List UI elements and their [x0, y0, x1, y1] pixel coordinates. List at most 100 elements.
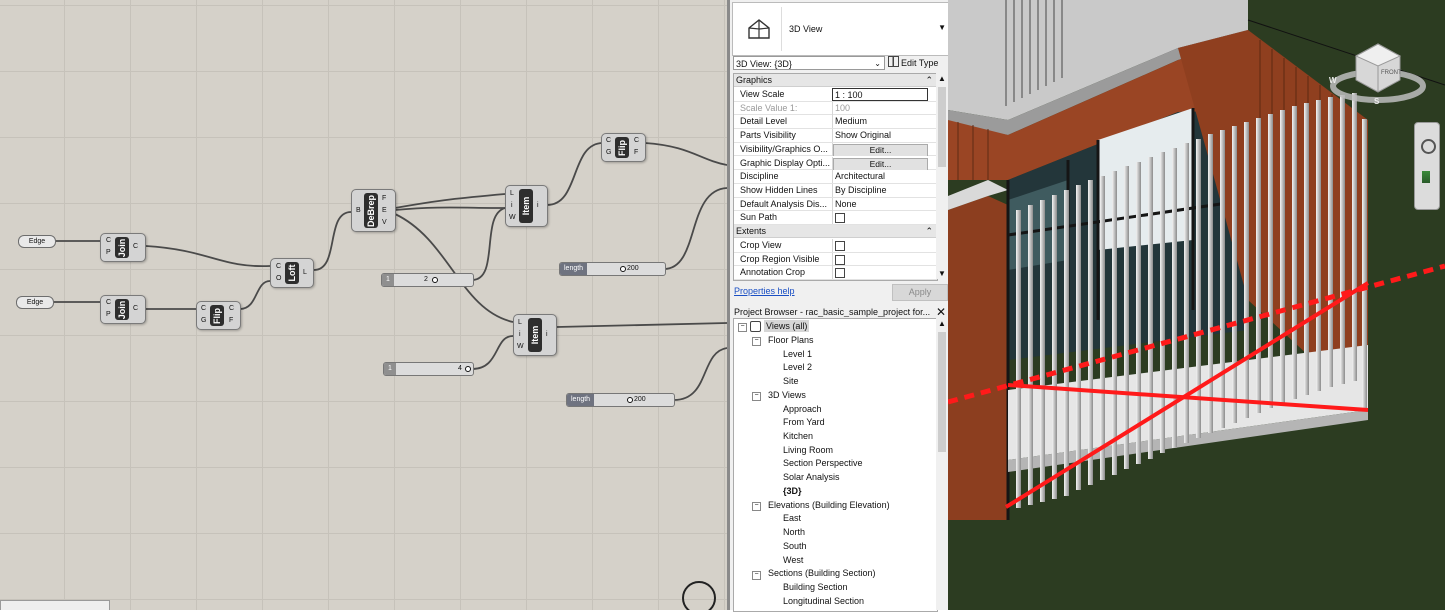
- prop-row-annotation-crop[interactable]: Annotation Crop: [734, 266, 937, 280]
- scroll-up-icon[interactable]: ▲: [938, 319, 946, 328]
- prop-value[interactable]: None: [832, 197, 928, 211]
- tree-leaf[interactable]: Building Section: [783, 581, 848, 593]
- join-component-2[interactable]: C P Join C: [100, 295, 146, 324]
- loft-component[interactable]: C O Loft L: [270, 258, 314, 288]
- input-pin[interactable]: C: [276, 262, 281, 271]
- output-pin[interactable]: F: [634, 148, 638, 157]
- length-slider-2[interactable]: length 200: [566, 393, 675, 407]
- output-pin[interactable]: i: [537, 201, 539, 210]
- input-pin[interactable]: C: [606, 136, 611, 145]
- debrep-component[interactable]: B DeBrep F E V: [351, 189, 396, 232]
- prop-row-discipline[interactable]: Discipline Architectural: [734, 170, 937, 184]
- tree-leaf-active[interactable]: {3D}: [783, 485, 802, 497]
- output-pin[interactable]: F: [382, 194, 386, 203]
- tree-leaf[interactable]: South: [783, 540, 807, 552]
- slider-knob[interactable]: [465, 366, 471, 372]
- scrollbar-thumb[interactable]: [938, 332, 946, 452]
- prop-value[interactable]: By Discipline: [832, 183, 928, 197]
- view-scale-input[interactable]: 1 : 100: [832, 88, 928, 101]
- tree-leaf[interactable]: Section Perspective: [783, 457, 863, 469]
- input-pin[interactable]: O: [276, 274, 281, 283]
- input-pin[interactable]: C: [106, 298, 111, 307]
- extents-group-header[interactable]: Extents ⌃: [734, 225, 937, 238]
- tree-leaf[interactable]: Level 2: [783, 361, 812, 373]
- annotation-crop-checkbox[interactable]: [835, 268, 845, 279]
- graphic-display-edit-button[interactable]: Edit...: [833, 157, 928, 170]
- output-pin[interactable]: C: [229, 304, 234, 313]
- prop-row-analysis-display[interactable]: Default Analysis Dis... None: [734, 197, 937, 212]
- project-browser-scrollbar[interactable]: ▲: [936, 318, 948, 610]
- tree-leaf[interactable]: West: [783, 554, 803, 566]
- tree-node-3d-views[interactable]: 3D Views: [768, 389, 806, 401]
- output-pin[interactable]: C: [133, 242, 138, 251]
- prop-row-crop-region[interactable]: Crop Region Visible: [734, 252, 937, 267]
- collapse-toggle-icon[interactable]: −: [752, 502, 761, 511]
- graphics-group-header[interactable]: Graphics ⌃: [734, 74, 937, 87]
- output-pin[interactable]: E: [382, 206, 387, 215]
- prop-row-crop-view[interactable]: Crop View: [734, 239, 937, 253]
- collapse-icon[interactable]: ⌃: [925, 225, 933, 238]
- grasshopper-canvas[interactable]: Edge Edge C P Join C C P Join C C G Flip…: [0, 0, 727, 610]
- tree-leaf[interactable]: From Yard: [783, 416, 825, 428]
- input-pin[interactable]: W: [509, 213, 516, 222]
- input-pin[interactable]: G: [201, 316, 206, 325]
- tree-leaf[interactable]: Approach: [783, 403, 822, 415]
- output-pin[interactable]: V: [382, 218, 387, 227]
- visibility-graphics-edit-button[interactable]: Edit...: [833, 143, 928, 156]
- prop-row-graphic-display[interactable]: Graphic Display Opti... Edit...: [734, 156, 937, 171]
- prop-row-visibility-graphics[interactable]: Visibility/Graphics O... Edit...: [734, 142, 937, 157]
- join-component-1[interactable]: C P Join C: [100, 233, 146, 262]
- scroll-up-icon[interactable]: ▲: [938, 74, 946, 83]
- prop-row-hidden-lines[interactable]: Show Hidden Lines By Discipline: [734, 183, 937, 198]
- tree-leaf[interactable]: East: [783, 512, 801, 524]
- slider-knob[interactable]: [432, 277, 438, 283]
- properties-help-link[interactable]: Properties help: [734, 286, 795, 296]
- prop-value[interactable]: Medium: [832, 115, 928, 129]
- zoom-icon[interactable]: [1422, 171, 1430, 183]
- prop-row-view-scale[interactable]: View Scale 1 : 100: [734, 88, 937, 102]
- dropdown-arrow-icon[interactable]: ▼: [938, 23, 946, 32]
- input-pin[interactable]: P: [106, 310, 111, 319]
- scrollbar-thumb[interactable]: [938, 87, 946, 167]
- output-pin[interactable]: L: [303, 268, 307, 277]
- tree-leaf[interactable]: North: [783, 526, 805, 538]
- edit-type-button[interactable]: Edit Type: [888, 56, 946, 70]
- crop-region-checkbox[interactable]: [835, 254, 845, 265]
- edge-param-2[interactable]: Edge: [16, 296, 54, 309]
- tree-leaf[interactable]: Solar Analysis: [783, 471, 840, 483]
- collapse-icon[interactable]: ⌃: [925, 74, 933, 87]
- item-component-1[interactable]: L i W Item i: [505, 185, 548, 227]
- flip-component-1[interactable]: C G Flip C F: [196, 301, 241, 330]
- tree-node-views-all[interactable]: Views (all): [764, 320, 810, 332]
- properties-scrollbar[interactable]: ▲ ▼: [936, 73, 948, 279]
- prop-row-parts-visibility[interactable]: Parts Visibility Show Original: [734, 129, 937, 143]
- prop-value[interactable]: Architectural: [832, 170, 928, 184]
- output-pin[interactable]: C: [634, 136, 639, 145]
- view-instance-dropdown[interactable]: 3D View: {3D} ⌄: [733, 56, 885, 70]
- tree-node-floor-plans[interactable]: Floor Plans: [768, 334, 814, 346]
- item-component-2[interactable]: L i W Item i: [513, 314, 557, 356]
- tree-leaf[interactable]: Site: [783, 375, 799, 387]
- input-pin[interactable]: i: [519, 330, 521, 339]
- slider-knob[interactable]: [627, 397, 633, 403]
- output-pin[interactable]: i: [546, 330, 548, 339]
- tree-leaf[interactable]: Level 1: [783, 348, 812, 360]
- input-pin[interactable]: C: [201, 304, 206, 313]
- edge-param-1[interactable]: Edge: [18, 235, 56, 248]
- output-pin[interactable]: C: [133, 304, 138, 313]
- prop-row-detail-level[interactable]: Detail Level Medium: [734, 115, 937, 130]
- crop-view-checkbox[interactable]: [835, 241, 845, 251]
- length-slider-1[interactable]: length 200: [559, 262, 666, 276]
- tree-leaf[interactable]: Longitudinal Section: [783, 595, 864, 607]
- type-selector[interactable]: 3D View ▼: [732, 2, 950, 56]
- collapse-toggle-icon[interactable]: −: [752, 392, 761, 401]
- tree-node-elevations[interactable]: Elevations (Building Elevation): [768, 499, 890, 511]
- canvas-zoom-widget-icon[interactable]: [682, 581, 716, 610]
- slider-knob[interactable]: [620, 266, 626, 272]
- collapse-toggle-icon[interactable]: −: [738, 323, 747, 332]
- collapse-toggle-icon[interactable]: −: [752, 571, 761, 580]
- prop-value[interactable]: Show Original: [832, 129, 928, 143]
- tree-leaf[interactable]: Living Room: [783, 444, 833, 456]
- input-pin[interactable]: L: [518, 318, 522, 327]
- input-pin[interactable]: C: [106, 236, 111, 245]
